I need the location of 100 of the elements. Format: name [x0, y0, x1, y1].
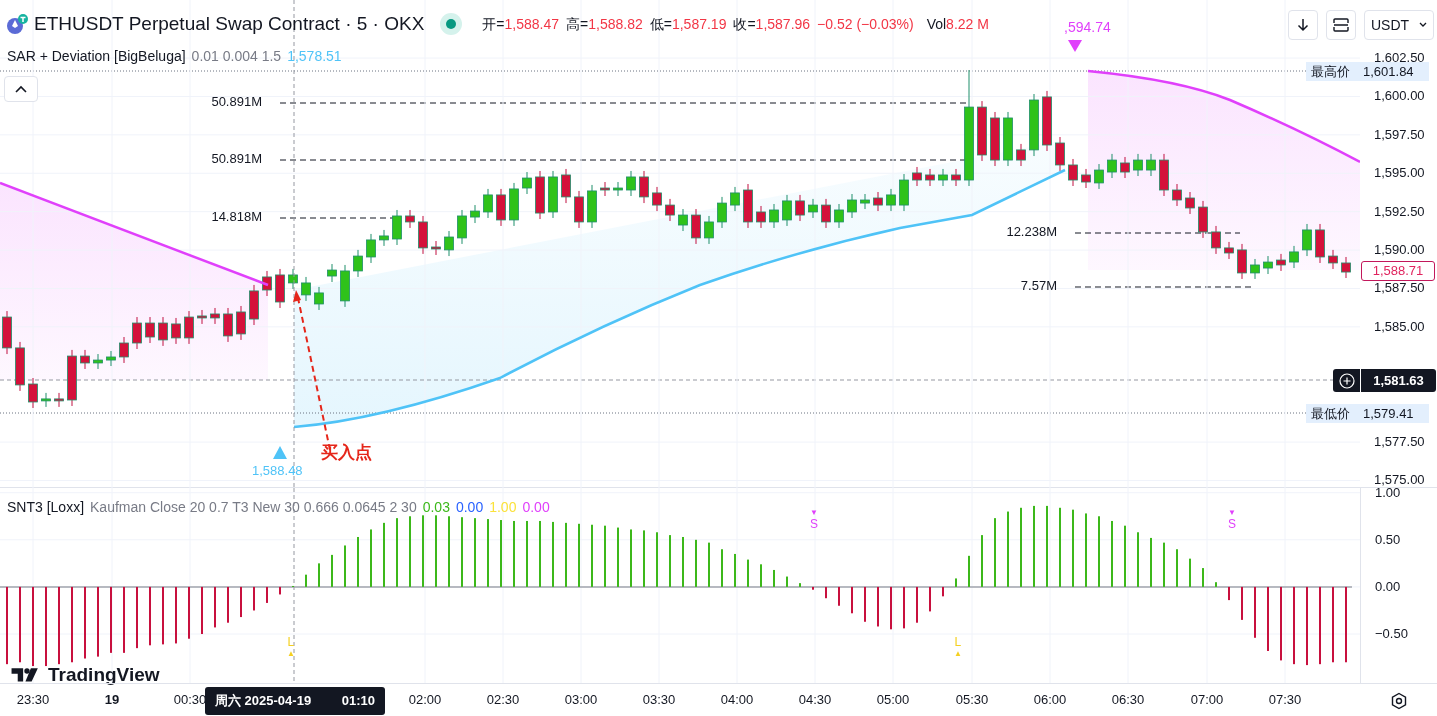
brand-name: TradingView [48, 665, 160, 684]
candlestick [795, 194, 805, 222]
candlestick [301, 276, 311, 302]
price-tick: 1,587.50 [1374, 280, 1425, 297]
candlestick [41, 392, 51, 408]
candlestick [873, 191, 883, 212]
candlestick [1055, 136, 1065, 172]
candlestick [1068, 158, 1078, 187]
currency-dropdown[interactable]: USDT [1364, 10, 1434, 40]
candlestick [808, 198, 818, 219]
price-tick: 1,585.00 [1374, 318, 1425, 335]
candlestick [1263, 255, 1273, 275]
price-change: −0.52 (−0.03%) [817, 14, 914, 34]
candlestick [1016, 143, 1026, 167]
time-tick: 06:30 [1110, 692, 1146, 708]
candlestick [1185, 191, 1195, 215]
candlestick [912, 166, 922, 187]
candlestick [158, 316, 168, 347]
low-price-value: 1,579.41 [1362, 404, 1415, 423]
candlestick [145, 316, 155, 344]
candlestick [522, 171, 532, 195]
price-tick: 1,590.00 [1374, 242, 1425, 259]
candlestick [314, 286, 324, 311]
time-tick: 07:30 [1267, 692, 1303, 708]
candlestick [223, 307, 233, 343]
candlestick [951, 168, 961, 187]
add-button[interactable] [1333, 369, 1360, 392]
ohlc-label: 高= [566, 14, 589, 34]
candlestick [756, 205, 766, 229]
candlestick [236, 305, 246, 341]
candlestick [1094, 163, 1104, 190]
down-triangle-icon: ▼ [1228, 508, 1236, 517]
candlestick [561, 168, 571, 204]
price-tick: 1,577.50 [1374, 434, 1425, 451]
download-button[interactable] [1288, 10, 1318, 40]
up-triangle-icon: ▲ [954, 649, 962, 658]
candlestick [1276, 253, 1286, 272]
settings-icon [1390, 692, 1408, 710]
volume-level-label: 7.57M [1020, 278, 1057, 294]
oscillator-tick: 0.50 [1375, 531, 1401, 548]
candlestick [639, 170, 649, 204]
candlestick [392, 209, 402, 246]
candlestick [431, 240, 441, 256]
crosshair-time: 01:10 [341, 692, 375, 711]
candlestick [1172, 183, 1182, 207]
candlestick [925, 168, 935, 187]
oscillator-tick: −0.50 [1375, 626, 1408, 642]
candlestick [119, 336, 129, 364]
candlestick [730, 186, 740, 212]
candlestick [132, 316, 142, 350]
time-tick: 02:00 [407, 692, 443, 708]
candlestick [1328, 249, 1338, 270]
signal-price-label: 1,588.48 [252, 463, 303, 479]
price-tick: 1,595.00 [1374, 165, 1425, 182]
volume-level-label: 50.891M [211, 94, 262, 110]
candlestick [470, 204, 480, 224]
up-triangle-icon [273, 446, 287, 459]
candlestick [1237, 243, 1247, 280]
plus-icon [1338, 372, 1355, 389]
candlestick [1146, 153, 1156, 177]
candlestick [184, 310, 194, 345]
time-tick: 04:30 [797, 692, 833, 708]
candlestick [886, 188, 896, 212]
time-tick: 23:30 [15, 692, 51, 708]
ohlc-value: 1,588.82 [588, 14, 643, 34]
ohlc-label: 收= [733, 14, 756, 34]
fullscreen-icon [1333, 18, 1349, 32]
time-tick: 04:00 [719, 692, 755, 708]
volume-value: 8.22 M [946, 14, 989, 34]
oscillator-params: Kaufman Close 20 0.7 T3 New 30 0.666 0.0645 2 30 [90, 498, 417, 516]
time-tick: 07:00 [1189, 692, 1225, 708]
candlestick [93, 353, 103, 370]
candlestick [769, 203, 779, 229]
indicator-params: 0.01 0.004 1.5 [191, 47, 282, 65]
volume-label: Vol [926, 14, 947, 34]
ohlc-value: 1,587.96 [755, 14, 811, 34]
sell-signal-label: S [1228, 517, 1236, 531]
candlestick [704, 215, 714, 245]
time-tick: 06:00 [1032, 692, 1068, 708]
collapse-button[interactable] [4, 76, 38, 102]
candlestick [1302, 223, 1312, 257]
candlestick [1289, 245, 1299, 269]
buy-signal-label: L [954, 635, 962, 649]
low-price-label: 最低价 [1310, 404, 1351, 423]
candlestick [171, 317, 181, 345]
candlestick [613, 181, 623, 197]
down-triangle-icon: ▼ [810, 508, 818, 517]
candlestick [847, 193, 857, 219]
ohlc-label: 开= [482, 14, 505, 34]
candlestick [353, 249, 363, 278]
oscillator-name: SNT3 [Loxx] [7, 498, 85, 516]
fullscreen-button[interactable] [1326, 10, 1356, 40]
buy-signal-label: L [287, 635, 295, 649]
time-tick: 03:30 [641, 692, 677, 708]
volume-level-label: 12.238M [1006, 224, 1057, 240]
time-tick: 03:00 [563, 692, 599, 708]
candlestick [691, 208, 701, 245]
chevron-up-icon [15, 85, 27, 93]
candlestick [197, 309, 207, 325]
ethereum-logo-icon [6, 13, 28, 35]
